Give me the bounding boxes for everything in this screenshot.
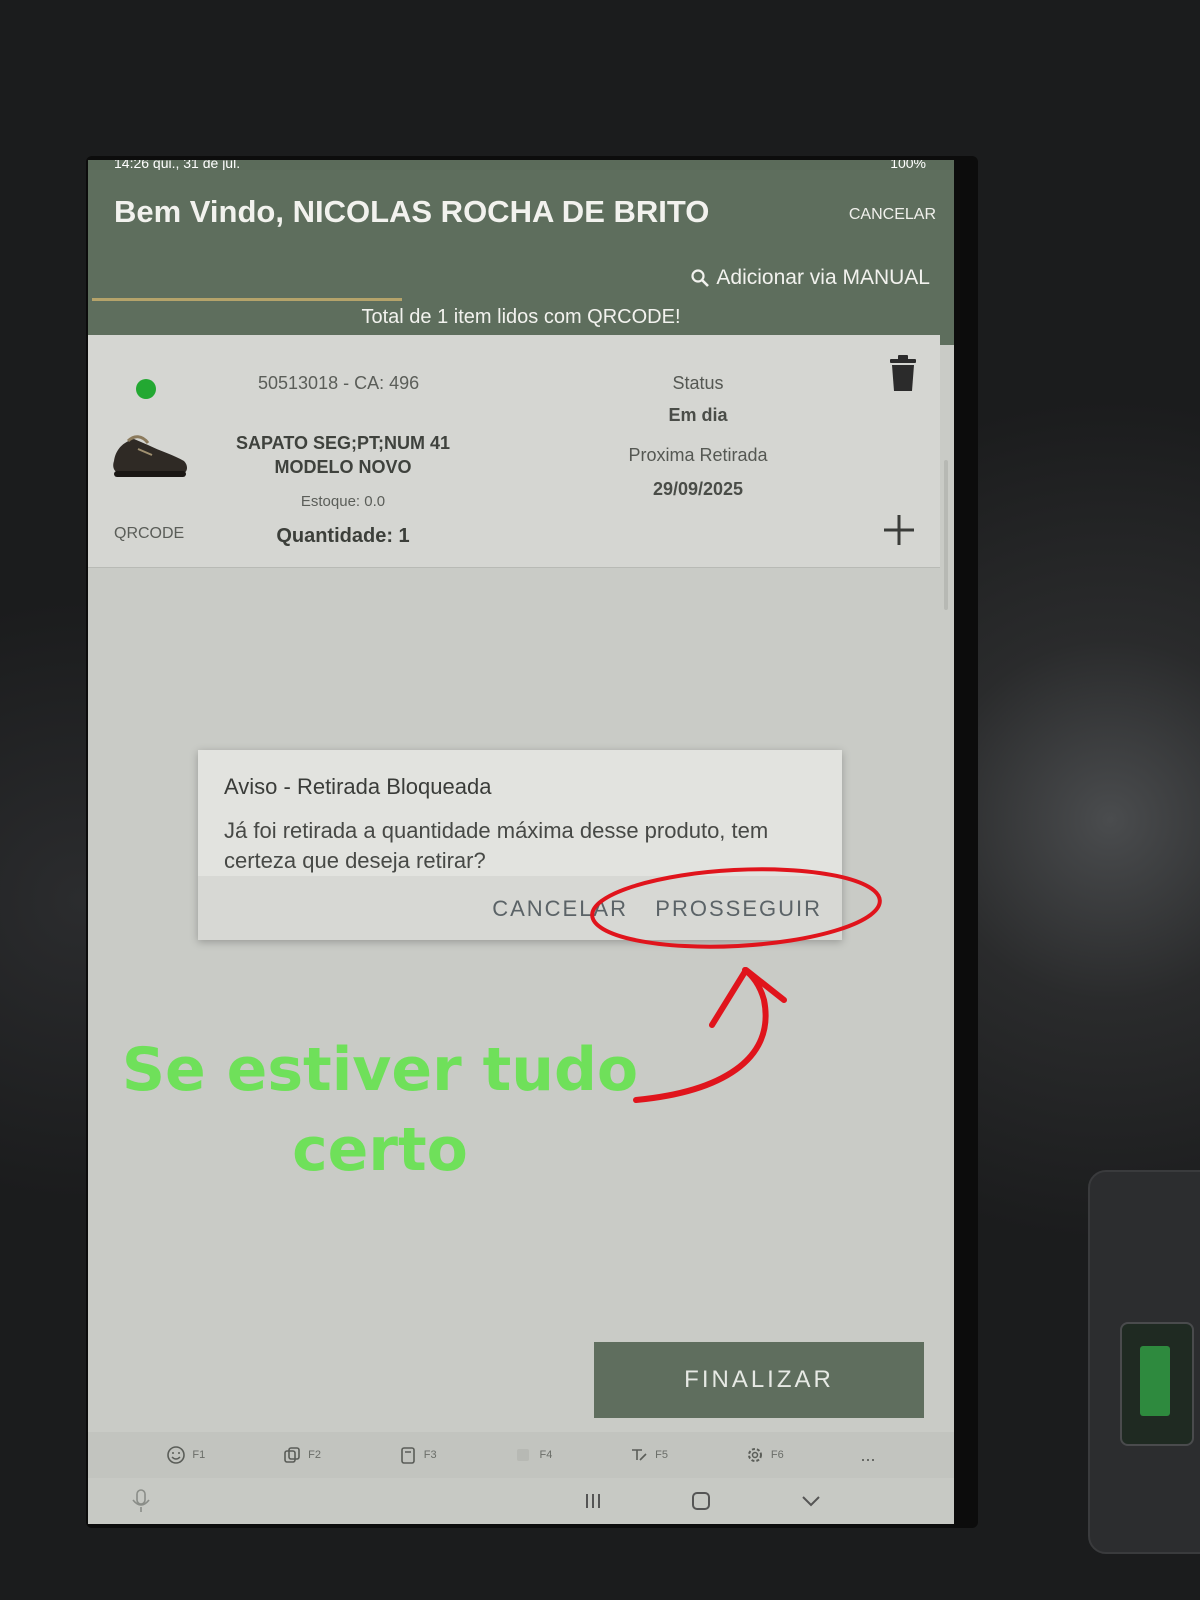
fkey-f6[interactable]: F6 xyxy=(745,1445,784,1465)
welcome-title: Bem Vindo, NICOLAS ROCHA DE BRITO xyxy=(114,194,710,229)
status-label: Status xyxy=(672,373,724,393)
status-value: Em dia xyxy=(668,405,728,425)
shoe-image xyxy=(113,435,187,477)
copy-icon xyxy=(284,1447,300,1463)
fkey-f4[interactable]: F4 xyxy=(513,1445,552,1465)
item-card[interactable]: QRCODE 50513018 - CA: 496 SAPATO SEG;PT;… xyxy=(88,335,940,568)
next-withdrawal-label: Proxima Retirada xyxy=(628,445,768,465)
gear-icon xyxy=(747,1448,762,1462)
home-icon[interactable] xyxy=(690,1490,712,1512)
source-label: QRCODE xyxy=(114,525,185,542)
function-key-bar: F1 F2 F3 F4 F5 F6 ... xyxy=(88,1432,954,1478)
dialog-cancel-button[interactable]: CANCELAR xyxy=(492,896,628,922)
fkey-f2[interactable]: F2 xyxy=(282,1445,321,1465)
item-name: SAPATO SEG;PT;NUM 41 MODELO NOVO xyxy=(235,433,451,477)
handwriting-icon xyxy=(632,1449,647,1461)
system-nav-bar xyxy=(88,1478,954,1524)
recents-icon[interactable] xyxy=(582,1490,604,1512)
fkey-f5[interactable]: F5 xyxy=(629,1445,668,1465)
clipboard-icon xyxy=(400,1447,415,1464)
item-stock: Estoque: 0.0 xyxy=(300,493,386,510)
dialog-title: Aviso - Retirada Bloqueada xyxy=(224,774,492,799)
fkey-label: F2 xyxy=(308,1449,321,1461)
status-time: 14:26 qui., 31 de jul. xyxy=(114,160,241,170)
app-header: Bem Vindo, NICOLAS ROCHA DE BRITO CANCEL… xyxy=(88,170,954,345)
dialog-proceed-button[interactable]: PROSSEGUIR xyxy=(655,896,822,922)
fingerprint-sensor xyxy=(1120,1322,1194,1446)
status-battery: 100% xyxy=(890,160,926,170)
fkey-f1[interactable]: F1 xyxy=(166,1445,205,1465)
blank-icon xyxy=(517,1449,530,1461)
finalize-button[interactable]: FINALIZAR xyxy=(594,1342,924,1418)
sensor-chip xyxy=(1140,1346,1170,1416)
status-bar: 14:26 qui., 31 de jul. 100% xyxy=(88,160,954,170)
tablet-screen: 14:26 qui., 31 de jul. 100% Bem Vindo, N… xyxy=(88,160,954,1524)
fkey-label: F4 xyxy=(539,1449,553,1461)
scrollbar[interactable] xyxy=(944,460,948,610)
cancel-button[interactable]: CANCELAR xyxy=(849,206,936,224)
next-withdrawal-date: 29/09/2025 xyxy=(652,479,744,499)
dialog-actions: CANCELAR PROSSEGUIR xyxy=(198,876,842,940)
item-quantity: Quantidade: 1 xyxy=(276,525,410,547)
fkey-label: F1 xyxy=(192,1449,206,1461)
fkey-label: F6 xyxy=(770,1449,784,1461)
search-icon xyxy=(691,269,710,287)
more-icon: ... xyxy=(860,1444,876,1465)
tab-indicator xyxy=(92,298,402,301)
plus-icon[interactable] xyxy=(882,513,916,547)
back-chevron-icon[interactable] xyxy=(800,1490,822,1512)
warning-dialog: Aviso - Retirada Bloqueada Já foi retira… xyxy=(198,750,842,940)
trash-icon[interactable] xyxy=(888,355,918,393)
item-code: 50513018 - CA: 496 xyxy=(258,373,420,393)
add-manual-button[interactable]: Adicionar via MANUAL xyxy=(690,266,930,290)
fkey-label: F3 xyxy=(423,1449,437,1461)
fingerprint-reader xyxy=(1088,1170,1200,1554)
fkey-more[interactable]: ... xyxy=(861,1445,876,1466)
instruction-annotation: Se estiver tudo certo xyxy=(121,1035,639,1185)
add-manual-label: Adicionar via MANUAL xyxy=(716,266,930,289)
status-dot xyxy=(136,379,156,399)
smiley-icon xyxy=(167,1446,186,1464)
fkey-label: F5 xyxy=(655,1449,669,1461)
fkey-f3[interactable]: F3 xyxy=(398,1445,437,1465)
microphone-icon[interactable] xyxy=(130,1488,152,1514)
dialog-message: Já foi retirada a quantidade máxima dess… xyxy=(224,818,769,873)
items-total: Total de 1 item lidos com QRCODE! xyxy=(361,306,681,328)
